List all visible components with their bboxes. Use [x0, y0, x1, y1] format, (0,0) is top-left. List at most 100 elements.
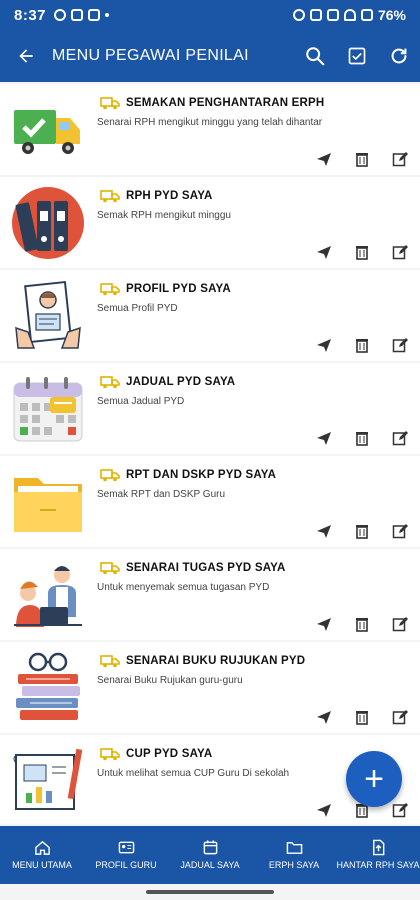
- edit-icon: [392, 710, 408, 725]
- trash-icon: [356, 339, 368, 353]
- arrow-left-icon: [19, 49, 33, 63]
- send-icon: [317, 153, 331, 166]
- search-button[interactable]: [294, 30, 336, 82]
- home-icon: [34, 840, 50, 855]
- wifi-icon: [343, 9, 356, 21]
- item-title: JADUAL PYD SAYA: [126, 376, 236, 388]
- gallery-icon: [88, 9, 101, 21]
- nav-label: HANTAR RPH SAYA: [336, 860, 420, 870]
- item-title: PROFIL PYD SAYA: [126, 283, 231, 295]
- send-icon: [317, 246, 331, 259]
- edit-icon: [392, 152, 408, 167]
- edit-button[interactable]: [392, 430, 408, 446]
- item-title: RPT DAN DSKP PYD SAYA: [126, 469, 277, 481]
- status-time: 8:37: [14, 6, 47, 24]
- nav-label: JADUAL SAYA: [180, 860, 240, 870]
- list-item[interactable]: PROFIL PYD SAYA Semua Profil PYD: [0, 270, 420, 361]
- edit-button[interactable]: [392, 709, 408, 725]
- checkbox-icon: [348, 47, 366, 65]
- item-subtitle: Semua Profil PYD: [97, 303, 178, 314]
- meeting-illustration-icon: [14, 566, 82, 627]
- send-icon: [317, 339, 331, 352]
- item-title: RPH PYD SAYA: [126, 190, 213, 202]
- list-item[interactable]: SENARAI BUKU RUJUKAN PYD Senarai Buku Ru…: [0, 642, 420, 733]
- nav-menu-utama[interactable]: MENU UTAMA: [0, 826, 84, 884]
- nav-profil-guru[interactable]: PROFIL GURU: [84, 826, 168, 884]
- edit-button[interactable]: [392, 337, 408, 353]
- edit-button[interactable]: [392, 616, 408, 632]
- nav-hantar-rph-saya[interactable]: HANTAR RPH SAYA: [336, 826, 420, 884]
- home-gesture-bar[interactable]: [146, 890, 274, 894]
- edit-button[interactable]: [392, 802, 408, 818]
- truck-icon: [100, 748, 120, 761]
- list-item[interactable]: JADUAL PYD SAYA Semua Jadual PYD: [0, 363, 420, 454]
- delete-button[interactable]: [354, 430, 370, 446]
- whatsapp-icon: [54, 9, 67, 21]
- item-subtitle: Semak RPT dan DSKP Guru: [97, 489, 226, 500]
- file-upload-icon: [372, 839, 384, 856]
- edit-button[interactable]: [392, 244, 408, 260]
- item-title: CUP PYD SAYA: [126, 748, 213, 760]
- delete-button[interactable]: [354, 151, 370, 167]
- search-icon: [306, 47, 325, 66]
- plus-icon: +: [364, 760, 384, 798]
- alarm-icon: [292, 9, 305, 21]
- app-bar: MENU PEGAWAI PENILAI: [0, 30, 420, 82]
- send-button[interactable]: [316, 337, 332, 353]
- nav-label: PROFIL GURU: [95, 860, 157, 870]
- send-icon: [317, 804, 331, 817]
- nav-erph-saya[interactable]: ERPH SAYA: [252, 826, 336, 884]
- trash-icon: [356, 153, 368, 167]
- truck-icon: [100, 376, 120, 389]
- list-item[interactable]: SENARAI TUGAS PYD SAYA Untuk menyemak se…: [0, 549, 420, 640]
- gesture-area: [0, 884, 420, 900]
- battery-level: 76%: [377, 7, 406, 23]
- delete-button[interactable]: [354, 337, 370, 353]
- item-subtitle: Untuk menyemak semua tugasan PYD: [97, 582, 270, 593]
- add-fab-button[interactable]: +: [346, 751, 402, 807]
- back-button[interactable]: [0, 30, 52, 82]
- refresh-button[interactable]: [378, 30, 420, 82]
- item-subtitle: Semua Jadual PYD: [97, 396, 185, 407]
- truck-icon: [100, 97, 120, 110]
- send-button[interactable]: [316, 616, 332, 632]
- send-button[interactable]: [316, 151, 332, 167]
- list-item[interactable]: RPT DAN DSKP PYD SAYA Semak RPT dan DSKP…: [0, 456, 420, 547]
- edit-icon: [392, 245, 408, 260]
- delete-button[interactable]: [354, 523, 370, 539]
- trash-icon: [356, 246, 368, 260]
- bottom-nav: MENU UTAMA PROFIL GURU JADUAL SAYA ERPH …: [0, 826, 420, 884]
- delete-button[interactable]: [354, 244, 370, 260]
- edit-button[interactable]: [392, 151, 408, 167]
- list-item[interactable]: SEMAKAN PENGHANTARAN ERPH Senarai RPH me…: [0, 84, 420, 175]
- edit-button[interactable]: [392, 523, 408, 539]
- select-all-button[interactable]: [336, 30, 378, 82]
- item-title: SENARAI BUKU RUJUKAN PYD: [126, 655, 306, 667]
- send-button[interactable]: [316, 244, 332, 260]
- edit-icon: [392, 803, 408, 818]
- edit-icon: [392, 524, 408, 539]
- delete-button[interactable]: [354, 709, 370, 725]
- edit-icon: [392, 338, 408, 353]
- refresh-icon: [391, 48, 407, 64]
- trash-icon: [356, 525, 368, 539]
- send-button[interactable]: [316, 430, 332, 446]
- send-icon: [317, 711, 331, 724]
- folder-illustration-icon: [14, 478, 82, 532]
- delete-button[interactable]: [354, 616, 370, 632]
- truck-icon: [100, 655, 120, 668]
- id-card-icon: [118, 841, 134, 854]
- delivery-truck-illustration-icon: [14, 110, 80, 154]
- nav-jadual-saya[interactable]: JADUAL SAYA: [168, 826, 252, 884]
- calendar-icon: [203, 840, 217, 855]
- truck-icon: [100, 469, 120, 482]
- list-item[interactable]: RPH PYD SAYA Semak RPH mengikut minggu: [0, 177, 420, 268]
- books-glasses-illustration-icon: [16, 652, 80, 720]
- nav-label: MENU UTAMA: [12, 860, 72, 870]
- trash-icon: [356, 432, 368, 446]
- send-button[interactable]: [316, 802, 332, 818]
- item-subtitle: Senarai Buku Rujukan guru-guru: [97, 675, 243, 686]
- send-button[interactable]: [316, 709, 332, 725]
- send-button[interactable]: [316, 523, 332, 539]
- item-title: SEMAKAN PENGHANTARAN ERPH: [126, 97, 325, 109]
